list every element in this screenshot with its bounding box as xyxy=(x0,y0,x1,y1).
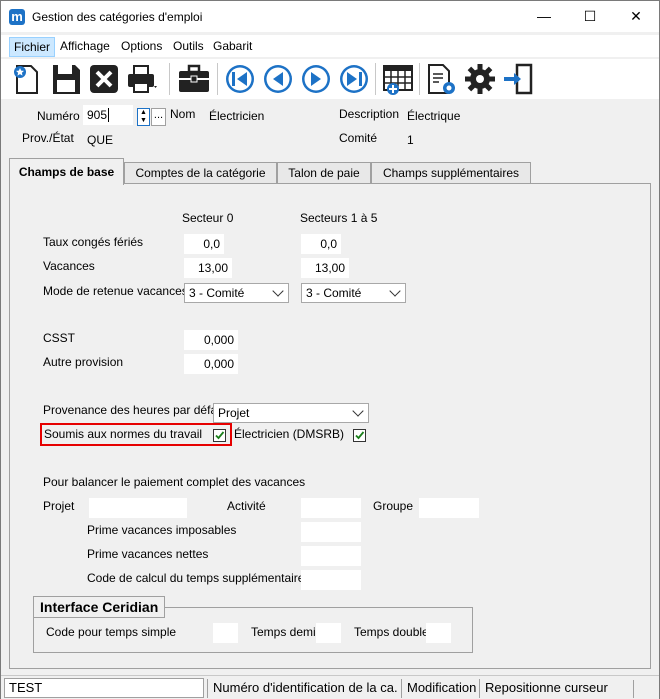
temps-simple-label: Code pour temps simple xyxy=(46,625,177,639)
resize-grip[interactable] xyxy=(633,680,653,698)
prime-imposables-label: Prime vacances imposables xyxy=(87,523,237,537)
autre-provision-label: Autre provision xyxy=(43,355,124,369)
menu-gabarit[interactable]: Gabarit xyxy=(209,37,256,57)
activite-input[interactable] xyxy=(301,498,361,518)
prime-nettes-label: Prime vacances nettes xyxy=(87,547,209,561)
temps-simple-input[interactable] xyxy=(213,623,238,643)
document-settings-icon[interactable] xyxy=(425,61,459,97)
provenance-select[interactable]: Projet xyxy=(213,403,369,423)
status-field-description: Numéro d'identification de la ca... xyxy=(207,679,397,698)
new-icon[interactable] xyxy=(9,61,43,97)
prime-nettes-input[interactable] xyxy=(301,546,361,566)
status-command-input[interactable]: TEST xyxy=(4,678,204,698)
app-icon: m xyxy=(9,9,25,25)
print-icon[interactable] xyxy=(125,61,159,97)
vacances-s0-input[interactable]: 13,00 xyxy=(184,258,232,278)
close-button[interactable]: ✕ xyxy=(613,1,659,32)
mode-s15-select[interactable]: 3 - Comité xyxy=(301,283,406,303)
projet-label: Projet xyxy=(43,499,75,513)
briefcase-icon[interactable] xyxy=(177,61,211,97)
groupe-label: Groupe xyxy=(373,499,414,513)
next-record-icon[interactable] xyxy=(299,61,333,97)
maximize-button[interactable]: ☐ xyxy=(567,1,613,32)
minimize-button[interactable]: — xyxy=(521,1,567,32)
nom-value: Électricien xyxy=(209,109,265,123)
soumis-normes-label: Soumis aux normes du travail xyxy=(44,427,203,441)
delete-icon[interactable] xyxy=(87,61,121,97)
temps-double-input[interactable] xyxy=(426,623,451,643)
gear-icon[interactable] xyxy=(463,61,497,97)
projet-input[interactable] xyxy=(89,498,187,518)
exit-icon[interactable] xyxy=(501,61,535,97)
last-record-icon[interactable] xyxy=(337,61,371,97)
description-value: Électrique xyxy=(407,109,461,123)
comite-value: 1 xyxy=(407,133,414,147)
toolbar xyxy=(1,59,659,99)
menu-fichier[interactable]: Fichier xyxy=(9,37,56,57)
description-label: Description xyxy=(339,107,400,121)
menu-affichage[interactable]: Affichage xyxy=(56,37,114,57)
previous-record-icon[interactable] xyxy=(261,61,295,97)
mode-s0-select[interactable]: 3 - Comité xyxy=(184,283,289,303)
temps-demi-input[interactable] xyxy=(316,623,341,643)
numero-input[interactable]: 905 xyxy=(83,105,133,125)
secteurs15-header: Secteurs 1 à 5 xyxy=(300,211,378,225)
main-window: m Gestion des catégories d'emploi — ☐ ✕ … xyxy=(0,0,660,699)
soumis-normes-checkbox[interactable] xyxy=(213,429,226,442)
temps-demi-label: Temps demi xyxy=(251,625,316,639)
taux-s15-input[interactable]: 0,0 xyxy=(301,234,341,254)
taux-s0-input[interactable]: 0,0 xyxy=(184,234,224,254)
autre-provision-input[interactable]: 0,000 xyxy=(184,354,238,374)
temps-double-label: Temps double xyxy=(354,625,429,639)
prov-label: Prov./État xyxy=(22,131,74,145)
mode-retenue-label: Mode de retenue vacances xyxy=(43,284,188,298)
vacances-label: Vacances xyxy=(43,259,95,273)
tab-talon-de-paie[interactable]: Talon de paie xyxy=(277,162,371,184)
activite-label: Activité xyxy=(227,499,266,513)
menu-options[interactable]: Options xyxy=(117,37,166,57)
code-calcul-input[interactable] xyxy=(301,570,361,590)
tab-comptes-de-la-categorie[interactable]: Comptes de la catégorie xyxy=(124,162,277,184)
csst-input[interactable]: 0,000 xyxy=(184,330,238,350)
csst-label: CSST xyxy=(43,331,76,345)
title-bar: m Gestion des catégories d'emploi — ☐ ✕ xyxy=(1,1,659,32)
taux-conges-label: Taux congés fériés xyxy=(43,235,144,249)
first-record-icon[interactable] xyxy=(223,61,257,97)
electricien-dmsrb-label: Électricien (DMSRB) xyxy=(234,427,345,441)
tab-champs-de-base[interactable]: Champs de base xyxy=(9,158,124,185)
lookup-button[interactable]: ... xyxy=(151,108,166,126)
secteur0-header: Secteur 0 xyxy=(182,211,234,225)
status-hint: Repositionne curseur xyxy=(479,679,629,698)
groupe-input[interactable] xyxy=(419,498,479,518)
status-bar: TEST Numéro d'identification de la ca...… xyxy=(1,675,659,699)
numero-label: Numéro xyxy=(37,109,80,123)
ceridian-title: Interface Ceridian xyxy=(33,596,166,618)
vacances-s15-input[interactable]: 13,00 xyxy=(301,258,349,278)
code-calcul-label: Code de calcul du temps supplémentaire xyxy=(87,571,305,585)
window-title: Gestion des catégories d'emploi xyxy=(32,10,203,24)
prov-value: QUE xyxy=(87,133,114,147)
tab-champs-supplementaires[interactable]: Champs supplémentaires xyxy=(371,162,531,184)
prime-imposables-input[interactable] xyxy=(301,522,361,542)
menu-outils[interactable]: Outils xyxy=(169,37,208,57)
provenance-label: Provenance des heures par défaut xyxy=(43,403,228,417)
status-mode: Modification xyxy=(401,679,477,698)
grid-icon[interactable] xyxy=(381,61,415,97)
balancer-label: Pour balancer le paiement complet des va… xyxy=(43,475,306,489)
numero-spinner[interactable]: ▲ ▼ xyxy=(137,108,150,126)
electricien-dmsrb-checkbox[interactable] xyxy=(353,429,366,442)
menu-bar: Fichier Affichage Options Outils Gabarit xyxy=(1,35,659,57)
nom-label: Nom xyxy=(170,107,196,121)
comite-label: Comité xyxy=(339,131,378,145)
save-icon[interactable] xyxy=(49,61,83,97)
